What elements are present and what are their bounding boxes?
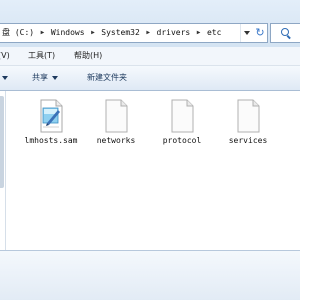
search-input[interactable] — [270, 23, 300, 43]
breadcrumb-system32[interactable]: System32 — [99, 24, 142, 42]
share-button-label: 共享 — [32, 73, 48, 82]
menu-bar: (V) 工具(T) 帮助(H) — [0, 47, 300, 66]
navigation-scrollbar[interactable] — [0, 96, 4, 188]
search-icon[interactable] — [281, 28, 289, 36]
menu-view[interactable]: (V) — [0, 47, 10, 65]
file-list: lmhosts.sam networks protocol services — [6, 91, 300, 250]
menu-help[interactable]: 帮助(H) — [74, 47, 102, 65]
refresh-icon[interactable]: ↻ — [253, 24, 267, 42]
command-bar: 共享 新建文件夹 — [0, 66, 300, 91]
breadcrumb-separator-icon[interactable]: ▶ — [39, 24, 47, 42]
file-name: lmhosts.sam — [24, 136, 78, 145]
file-item-lmhosts-sam[interactable]: lmhosts.sam — [19, 99, 83, 146]
file-name: services — [228, 136, 268, 145]
file-item-services[interactable]: services — [216, 99, 280, 146]
address-toolbar: 盘 (C:) ▶ Windows ▶ System32 ▶ drivers ▶ … — [0, 0, 300, 47]
blank-document-icon — [237, 99, 260, 133]
blank-document-icon — [105, 99, 128, 133]
share-button[interactable]: 共享 — [32, 66, 58, 90]
organize-caret-icon[interactable] — [0, 66, 8, 90]
file-item-protocol[interactable]: protocol — [150, 99, 214, 146]
chevron-down-icon — [52, 75, 58, 80]
breadcrumb-separator-icon[interactable]: ▶ — [195, 24, 203, 42]
file-name: protocol — [162, 136, 202, 145]
menu-tools[interactable]: 工具(T) — [28, 47, 55, 65]
breadcrumb-etc[interactable]: etc — [205, 24, 223, 42]
address-dropdown-icon[interactable] — [240, 24, 253, 42]
address-bar[interactable]: 盘 (C:) ▶ Windows ▶ System32 ▶ drivers ▶ … — [0, 23, 268, 43]
file-name: networks — [96, 136, 136, 145]
explorer-window: 盘 (C:) ▶ Windows ▶ System32 ▶ drivers ▶ … — [0, 0, 300, 300]
blank-document-icon — [171, 99, 194, 133]
breadcrumb-drivers[interactable]: drivers — [155, 24, 193, 42]
breadcrumb-windows[interactable]: Windows — [49, 24, 87, 42]
notepad-document-icon — [40, 99, 63, 133]
breadcrumb-drive[interactable]: 盘 (C:) — [0, 24, 36, 42]
breadcrumb-separator-icon[interactable]: ▶ — [89, 24, 97, 42]
details-pane — [0, 250, 300, 300]
file-item-networks[interactable]: networks — [84, 99, 148, 146]
new-folder-button[interactable]: 新建文件夹 — [87, 66, 127, 90]
breadcrumb-separator-icon[interactable]: ▶ — [144, 24, 152, 42]
